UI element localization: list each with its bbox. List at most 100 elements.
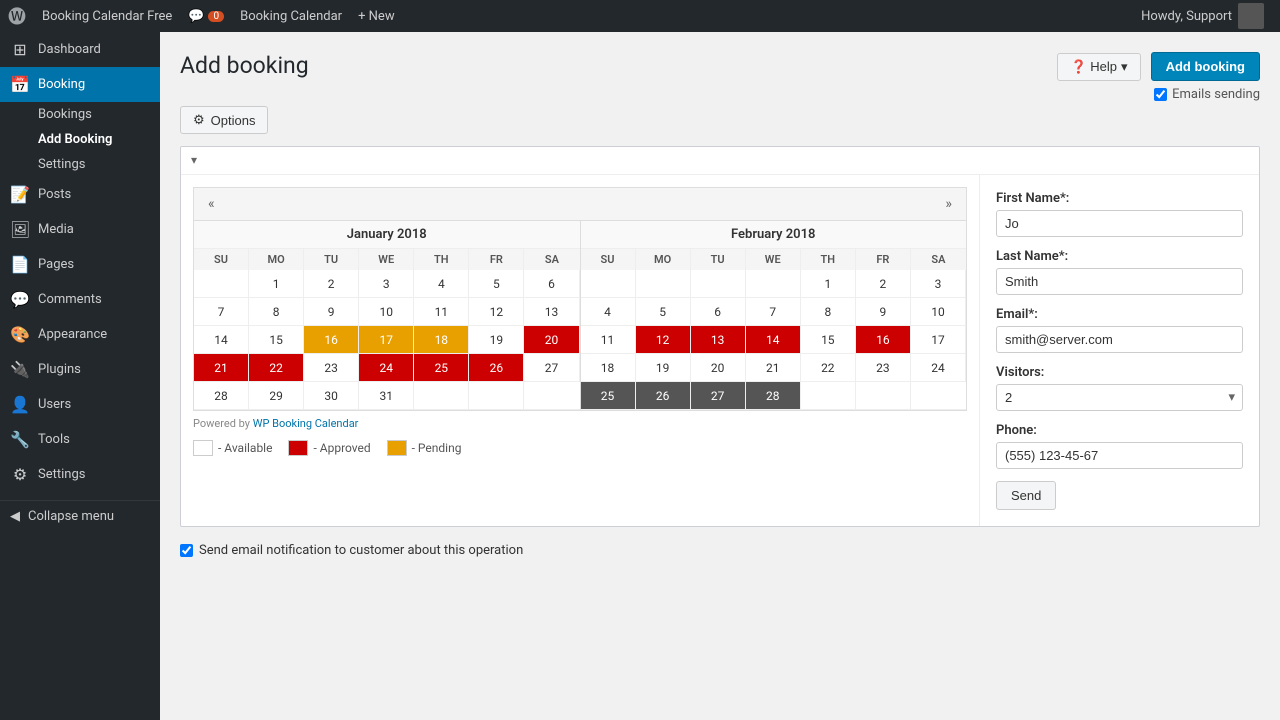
visitors-select[interactable]: 1 2 3 4 5 xyxy=(996,384,1243,411)
calendar-cell[interactable]: 29 xyxy=(249,382,304,410)
phone-input[interactable] xyxy=(996,442,1243,469)
calendar-cell[interactable]: 22 xyxy=(249,354,304,382)
sidebar-item-dashboard[interactable]: ⊞ Dashboard xyxy=(0,32,160,67)
notification-checkbox[interactable] xyxy=(180,544,193,557)
calendar-cell[interactable]: 2 xyxy=(856,270,911,298)
calendar-cell[interactable]: 16 xyxy=(304,326,359,354)
calendar-cell[interactable]: 28 xyxy=(194,382,249,410)
sidebar-item-media[interactable]: 🖼 Media xyxy=(0,212,160,247)
calendar-cell[interactable]: 8 xyxy=(249,298,304,326)
calendar-cell[interactable]: 3 xyxy=(359,270,414,298)
calendar-cell[interactable]: 23 xyxy=(856,354,911,382)
emails-sending-checkbox[interactable] xyxy=(1154,88,1167,101)
calendar-cell[interactable]: 1 xyxy=(249,270,304,298)
calendar-cell[interactable]: 19 xyxy=(636,354,691,382)
sidebar-item-comments[interactable]: 💬 Comments xyxy=(0,282,160,317)
calendar-cell[interactable]: 7 xyxy=(746,298,801,326)
day-label-th: TH xyxy=(801,249,856,270)
approved-box xyxy=(288,440,308,456)
calendar-cell[interactable]: 14 xyxy=(746,326,801,354)
calendar-cell[interactable]: 16 xyxy=(856,326,911,354)
add-booking-button[interactable]: Add booking xyxy=(1151,52,1260,81)
calendar-cell[interactable]: 13 xyxy=(524,298,579,326)
last-name-input[interactable] xyxy=(996,268,1243,295)
calendar-cell[interactable]: 11 xyxy=(414,298,469,326)
calendar-cell[interactable]: 18 xyxy=(581,354,636,382)
admin-bar-site[interactable]: Booking Calendar Free xyxy=(34,0,180,32)
calendar-cell[interactable]: 28 xyxy=(746,382,801,410)
help-button[interactable]: ❓ Help ▾ xyxy=(1057,53,1140,81)
calendar-cell[interactable]: 15 xyxy=(801,326,856,354)
calendar-cell[interactable]: 27 xyxy=(524,354,579,382)
calendar-cell[interactable]: 10 xyxy=(911,298,966,326)
email-input[interactable] xyxy=(996,326,1243,353)
admin-bar-booking-calendar[interactable]: Booking Calendar xyxy=(232,0,350,32)
calendar-cell[interactable]: 3 xyxy=(911,270,966,298)
calendar-cell[interactable]: 4 xyxy=(581,298,636,326)
calendar-cell[interactable]: 22 xyxy=(801,354,856,382)
calendar-cell[interactable]: 6 xyxy=(524,270,579,298)
calendar-cell[interactable]: 19 xyxy=(469,326,524,354)
calendar-cell[interactable]: 15 xyxy=(249,326,304,354)
sidebar-subitem-bookings[interactable]: Bookings xyxy=(0,102,160,127)
sidebar-item-pages[interactable]: 📄 Pages xyxy=(0,247,160,282)
prev-nav[interactable]: « xyxy=(202,194,221,214)
calendar-cell[interactable]: 20 xyxy=(691,354,746,382)
calendar-cell[interactable]: 5 xyxy=(469,270,524,298)
calendar-cell[interactable]: 5 xyxy=(636,298,691,326)
sidebar-subitem-add-booking[interactable]: Add Booking xyxy=(0,127,160,152)
calendar-cell[interactable]: 26 xyxy=(636,382,691,410)
sidebar-collapse[interactable]: ◀ Collapse menu xyxy=(0,500,160,532)
calendar-cell[interactable]: 21 xyxy=(194,354,249,382)
calendar-cell[interactable]: 17 xyxy=(911,326,966,354)
sidebar-item-tools[interactable]: 🔧 Tools xyxy=(0,422,160,457)
sidebar-item-label: Appearance xyxy=(38,327,107,342)
calendar-cell[interactable]: 4 xyxy=(414,270,469,298)
calendar-cell[interactable]: 25 xyxy=(414,354,469,382)
sidebar-item-booking[interactable]: 📅 Booking xyxy=(0,67,160,102)
admin-bar-new[interactable]: + New xyxy=(350,0,403,32)
calendar-cell[interactable]: 14 xyxy=(194,326,249,354)
calendar-cell[interactable]: 31 xyxy=(359,382,414,410)
calendar-cell[interactable]: 7 xyxy=(194,298,249,326)
calendar-cell[interactable]: 2 xyxy=(304,270,359,298)
calendar-cell[interactable]: 25 xyxy=(581,382,636,410)
sidebar-item-plugins[interactable]: 🔌 Plugins xyxy=(0,352,160,387)
calendar-cell[interactable]: 11 xyxy=(581,326,636,354)
collapse-row[interactable]: ▾ xyxy=(181,147,1259,175)
admin-bar-howdy[interactable]: Howdy, Support xyxy=(1133,0,1272,32)
wp-booking-calendar-link[interactable]: WP Booking Calendar xyxy=(253,417,359,430)
calendar-cell[interactable]: 24 xyxy=(911,354,966,382)
calendar-cell[interactable]: 6 xyxy=(691,298,746,326)
calendar-cell[interactable]: 8 xyxy=(801,298,856,326)
calendar-cell[interactable]: 26 xyxy=(469,354,524,382)
next-nav[interactable]: » xyxy=(939,194,958,214)
calendar-cell[interactable]: 23 xyxy=(304,354,359,382)
calendar-cell[interactable]: 10 xyxy=(359,298,414,326)
day-label-sa: SA xyxy=(524,249,579,270)
sidebar-item-appearance[interactable]: 🎨 Appearance xyxy=(0,317,160,352)
calendar-cell[interactable]: 12 xyxy=(636,326,691,354)
visitors-label: Visitors: xyxy=(996,365,1243,380)
send-button[interactable]: Send xyxy=(996,481,1056,510)
calendar-cell[interactable]: 24 xyxy=(359,354,414,382)
sidebar-item-users[interactable]: 👤 Users xyxy=(0,387,160,422)
sidebar-item-settings[interactable]: ⚙ Settings xyxy=(0,457,160,492)
calendar-cell[interactable]: 18 xyxy=(414,326,469,354)
calendar-cell[interactable]: 1 xyxy=(801,270,856,298)
calendar-cell[interactable]: 12 xyxy=(469,298,524,326)
calendar-cell[interactable]: 17 xyxy=(359,326,414,354)
calendar-cell[interactable]: 9 xyxy=(856,298,911,326)
admin-bar-comments[interactable]: 💬 0 xyxy=(180,0,232,32)
options-button[interactable]: ⚙ Options xyxy=(180,106,268,134)
calendar-cell[interactable]: 13 xyxy=(691,326,746,354)
sidebar-subitem-settings[interactable]: Settings xyxy=(0,152,160,177)
calendar-cell[interactable]: 20 xyxy=(524,326,579,354)
calendar-cell[interactable]: 27 xyxy=(691,382,746,410)
calendar-cell[interactable]: 9 xyxy=(304,298,359,326)
calendar-cell[interactable]: 30 xyxy=(304,382,359,410)
calendar-cell[interactable]: 21 xyxy=(746,354,801,382)
sidebar-item-posts[interactable]: 📝 Posts xyxy=(0,177,160,212)
first-name-input[interactable] xyxy=(996,210,1243,237)
wp-logo-icon[interactable]: 🅦 xyxy=(8,3,26,29)
